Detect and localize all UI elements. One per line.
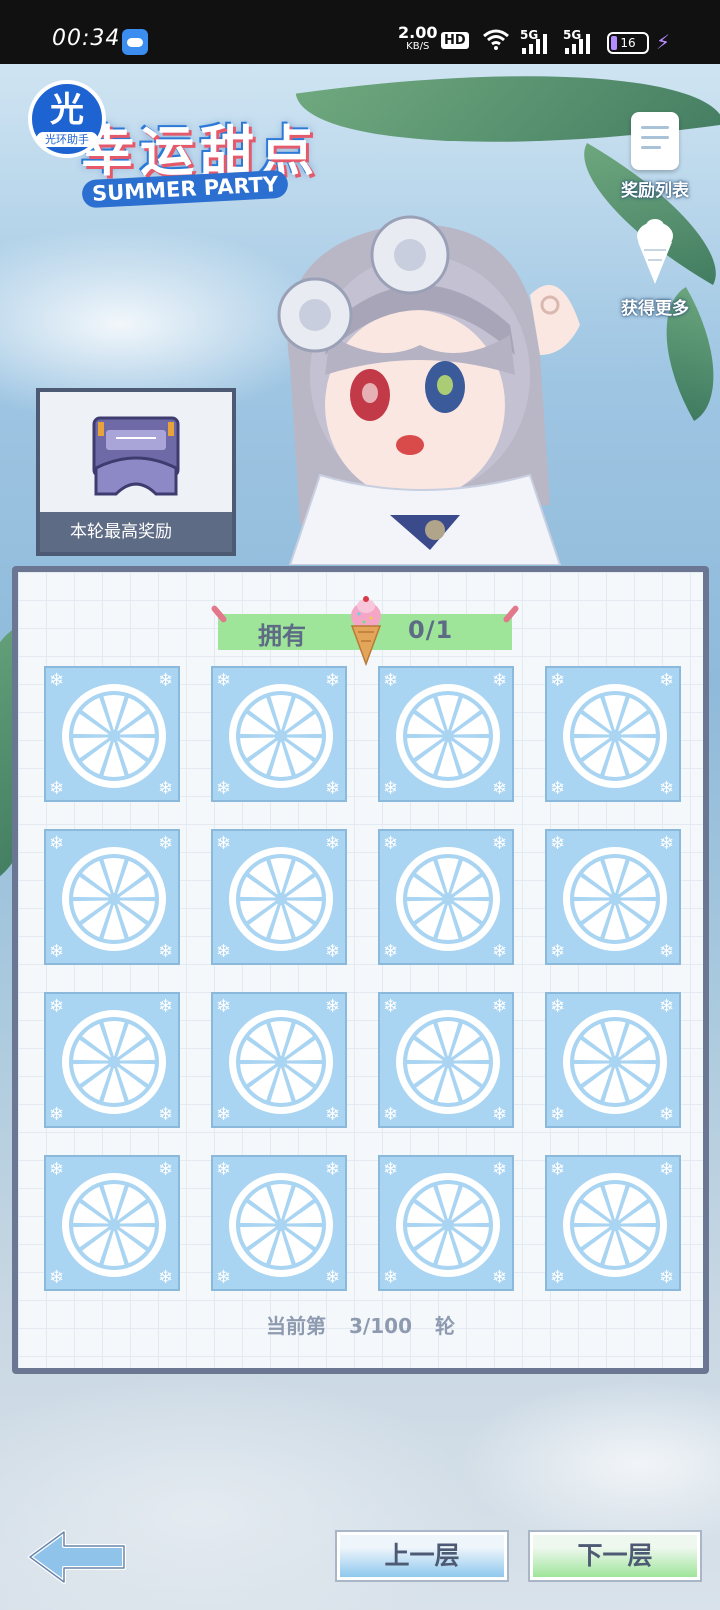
battery-icon: 16 bbox=[607, 32, 649, 54]
card-tile[interactable]: ❄ ❄ ❄ ❄ bbox=[44, 829, 180, 965]
reward-item-frame bbox=[40, 392, 232, 514]
own-label: 拥有 bbox=[258, 622, 306, 650]
get-more-button[interactable]: 获得更多 bbox=[607, 218, 703, 319]
own-count-banner: 拥有 0/1 bbox=[210, 596, 520, 666]
back-arrow-button[interactable] bbox=[26, 1528, 130, 1586]
round-value: 3/100 bbox=[349, 1314, 412, 1338]
round-suffix: 轮 bbox=[434, 1314, 455, 1338]
charging-icon: ⚡ bbox=[656, 30, 671, 54]
top-reward-label: 本轮最高奖励 bbox=[40, 512, 232, 552]
document-icon bbox=[631, 112, 679, 170]
card-tile[interactable]: ❄ ❄ ❄ ❄ bbox=[44, 992, 180, 1128]
citrus-slice-icon bbox=[229, 1173, 333, 1277]
card-tile[interactable]: ❄ ❄ ❄ ❄ bbox=[211, 992, 347, 1128]
own-count: 0/1 bbox=[408, 616, 454, 644]
card-tile[interactable]: ❄ ❄ ❄ ❄ bbox=[545, 992, 681, 1128]
character-illustration bbox=[277, 215, 580, 565]
citrus-slice-icon bbox=[396, 1173, 500, 1277]
battery-level: 16 bbox=[620, 36, 636, 50]
card-tile[interactable]: ❄ ❄ ❄ ❄ bbox=[44, 666, 180, 802]
card-tile[interactable]: ❄ ❄ ❄ ❄ bbox=[545, 1155, 681, 1291]
card-tile[interactable]: ❄ ❄ ❄ ❄ bbox=[545, 829, 681, 965]
weather-icon bbox=[122, 29, 148, 55]
citrus-slice-icon bbox=[229, 847, 333, 951]
round-prefix: 当前第 bbox=[266, 1314, 327, 1338]
reward-list-button[interactable]: 奖励列表 bbox=[607, 112, 703, 201]
citrus-slice-icon bbox=[229, 684, 333, 788]
top-reward-box[interactable]: 本轮最高奖励 bbox=[36, 388, 236, 556]
game-board: 拥有 0/1 ❄ ❄ ❄ ❄ ❄ ❄ ❄ ❄ ❄ ❄ ❄ ❄ ❄ ❄ ❄ ❄ ❄ ❄ ❄ ❄ ❄ ❄ ❄ ❄ ❄ ❄ ❄ ❄ ❄ ❄ ❄ ❄ ❄… bbox=[12, 566, 709, 1374]
banner-pin bbox=[502, 604, 520, 624]
citrus-slice-icon bbox=[396, 1010, 500, 1114]
assistant-badge[interactable]: 光 光环助手 bbox=[28, 80, 106, 158]
citrus-slice-icon bbox=[563, 1010, 667, 1114]
next-level-button[interactable]: 下一层 bbox=[530, 1532, 700, 1580]
hd-badge: HD bbox=[441, 32, 469, 49]
board-grid: 拥有 0/1 ❄ ❄ ❄ ❄ ❄ ❄ ❄ ❄ ❄ ❄ ❄ ❄ ❄ ❄ ❄ ❄ ❄ ❄ ❄ ❄ ❄ ❄ ❄ ❄ ❄ ❄ ❄ ❄ ❄ ❄ ❄ ❄ ❄… bbox=[18, 572, 703, 1368]
status-time: 00:34 bbox=[52, 26, 121, 51]
card-tile[interactable]: ❄ ❄ ❄ ❄ bbox=[211, 1155, 347, 1291]
citrus-slice-icon bbox=[396, 847, 500, 951]
card-tile[interactable]: ❄ ❄ ❄ ❄ bbox=[378, 666, 514, 802]
banner-pin bbox=[210, 604, 228, 624]
citrus-slice-icon bbox=[563, 1173, 667, 1277]
assistant-logo-char: 光 bbox=[50, 90, 84, 130]
signal-icon bbox=[565, 32, 590, 54]
citrus-slice-icon bbox=[563, 684, 667, 788]
get-more-label: 获得更多 bbox=[621, 299, 689, 319]
previous-level-button[interactable]: 上一层 bbox=[337, 1532, 507, 1580]
citrus-slice-icon bbox=[563, 847, 667, 951]
reward-frame-icon bbox=[92, 416, 180, 496]
network-speed: 2.00 KB/S bbox=[398, 25, 437, 54]
card-tile[interactable]: ❄ ❄ ❄ ❄ bbox=[211, 666, 347, 802]
card-tile[interactable]: ❄ ❄ ❄ ❄ bbox=[378, 829, 514, 965]
ice-cream-icon bbox=[637, 219, 673, 284]
card-tile[interactable]: ❄ ❄ ❄ ❄ bbox=[378, 1155, 514, 1291]
citrus-slice-icon bbox=[396, 684, 500, 788]
speed-unit: KB/S bbox=[406, 41, 430, 52]
wifi-icon bbox=[482, 28, 510, 56]
card-tile[interactable]: ❄ ❄ ❄ ❄ bbox=[44, 1155, 180, 1291]
ice-cream-icon bbox=[350, 596, 382, 666]
citrus-slice-icon bbox=[62, 1010, 166, 1114]
citrus-slice-icon bbox=[62, 1173, 166, 1277]
assistant-label: 光环助手 bbox=[36, 132, 98, 147]
status-bar: 00:34 2.00 KB/S HD 5G 5G 16 ⚡ bbox=[0, 0, 720, 64]
card-tile[interactable]: ❄ ❄ ❄ ❄ bbox=[378, 992, 514, 1128]
citrus-slice-icon bbox=[62, 847, 166, 951]
card-tile[interactable]: ❄ ❄ ❄ ❄ bbox=[545, 666, 681, 802]
card-tile[interactable]: ❄ ❄ ❄ ❄ bbox=[211, 829, 347, 965]
citrus-slice-icon bbox=[229, 1010, 333, 1114]
round-info: 当前第 3/100 轮 bbox=[18, 1310, 703, 1339]
signal-icon bbox=[522, 32, 547, 54]
reward-list-label: 奖励列表 bbox=[621, 181, 689, 201]
citrus-slice-icon bbox=[62, 684, 166, 788]
